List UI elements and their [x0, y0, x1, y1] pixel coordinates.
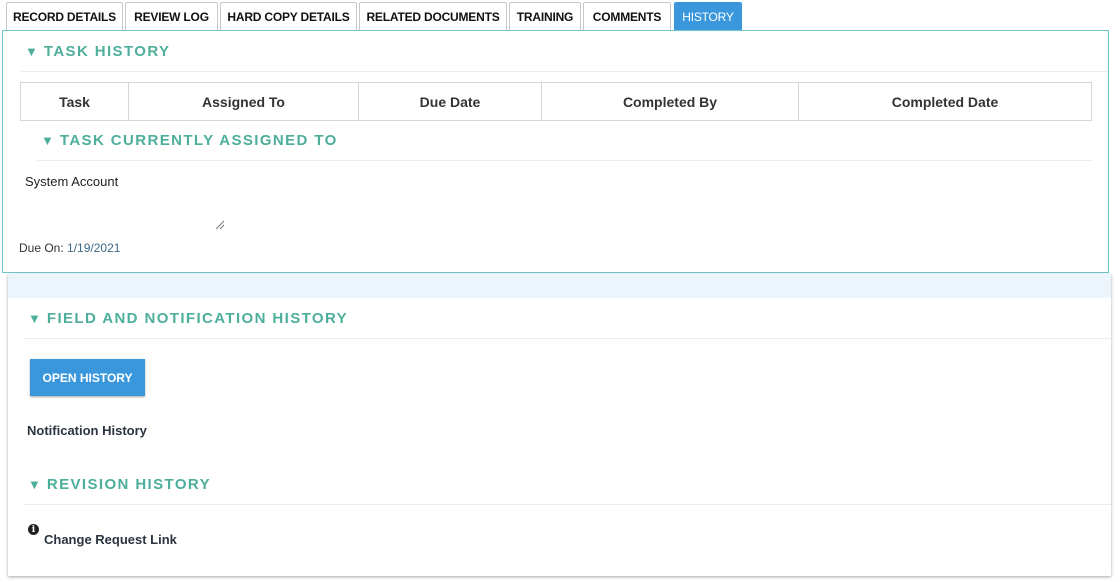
tab-history[interactable]: HISTORY — [674, 2, 742, 30]
divider — [24, 504, 1111, 505]
collapse-triangle-icon: ▼ — [41, 133, 54, 148]
tab-review-log[interactable]: REVIEW LOG — [125, 2, 218, 30]
change-request-link[interactable]: Change Request Link — [44, 532, 177, 547]
textarea-resize-handle-icon[interactable] — [215, 220, 225, 230]
column-header-completed-date[interactable]: Completed Date — [798, 82, 1092, 121]
task-history-panel: ▼ TASK HISTORY Task Assigned To Due Date… — [2, 30, 1109, 273]
section-band — [8, 274, 1111, 298]
notification-history-label: Notification History — [27, 423, 147, 438]
column-header-task[interactable]: Task — [20, 82, 129, 121]
field-history-header[interactable]: ▼ FIELD AND NOTIFICATION HISTORY — [28, 310, 348, 327]
tab-bar: RECORD DETAILS REVIEW LOG HARD COPY DETA… — [0, 0, 1120, 30]
column-header-assigned-to[interactable]: Assigned To — [128, 82, 359, 121]
tab-hard-copy-details[interactable]: HARD COPY DETAILS — [220, 2, 357, 30]
tab-training[interactable]: TRAINING — [509, 2, 581, 30]
assignee-name: System Account — [25, 174, 119, 189]
collapse-triangle-icon: ▼ — [25, 44, 38, 59]
table-header-row: Task Assigned To Due Date Completed By C… — [20, 82, 1092, 121]
due-on-label: Due On: — [19, 241, 64, 255]
collapse-triangle-icon: ▼ — [28, 311, 41, 326]
task-history-table: Task Assigned To Due Date Completed By C… — [20, 82, 1092, 121]
revision-history-title: REVISION HISTORY — [46, 476, 211, 493]
divider — [37, 160, 1092, 161]
column-header-due-date[interactable]: Due Date — [358, 82, 542, 121]
task-history-header[interactable]: ▼ TASK HISTORY — [25, 43, 170, 60]
history-sections: ▼ FIELD AND NOTIFICATION HISTORY OPEN HI… — [8, 274, 1111, 576]
divider — [21, 71, 1108, 72]
collapse-triangle-icon: ▼ — [28, 477, 41, 492]
task-assigned-header[interactable]: ▼ TASK CURRENTLY ASSIGNED TO — [41, 132, 338, 149]
tab-comments[interactable]: COMMENTS — [583, 2, 671, 30]
tab-record-details[interactable]: RECORD DETAILS — [6, 2, 123, 30]
open-history-button[interactable]: OPEN HISTORY — [30, 359, 145, 396]
column-header-completed-by[interactable]: Completed By — [541, 82, 799, 121]
due-on-value: 1/19/2021 — [67, 241, 121, 255]
info-circle-icon[interactable]: i — [28, 524, 39, 535]
task-assigned-title: TASK CURRENTLY ASSIGNED TO — [59, 132, 338, 149]
tab-related-documents[interactable]: RELATED DOCUMENTS — [359, 2, 507, 30]
due-on: Due On: 1/19/2021 — [19, 241, 120, 255]
field-history-title: FIELD AND NOTIFICATION HISTORY — [46, 310, 349, 327]
divider — [24, 338, 1111, 339]
revision-history-header[interactable]: ▼ REVISION HISTORY — [28, 476, 211, 493]
task-history-title: TASK HISTORY — [43, 43, 171, 60]
